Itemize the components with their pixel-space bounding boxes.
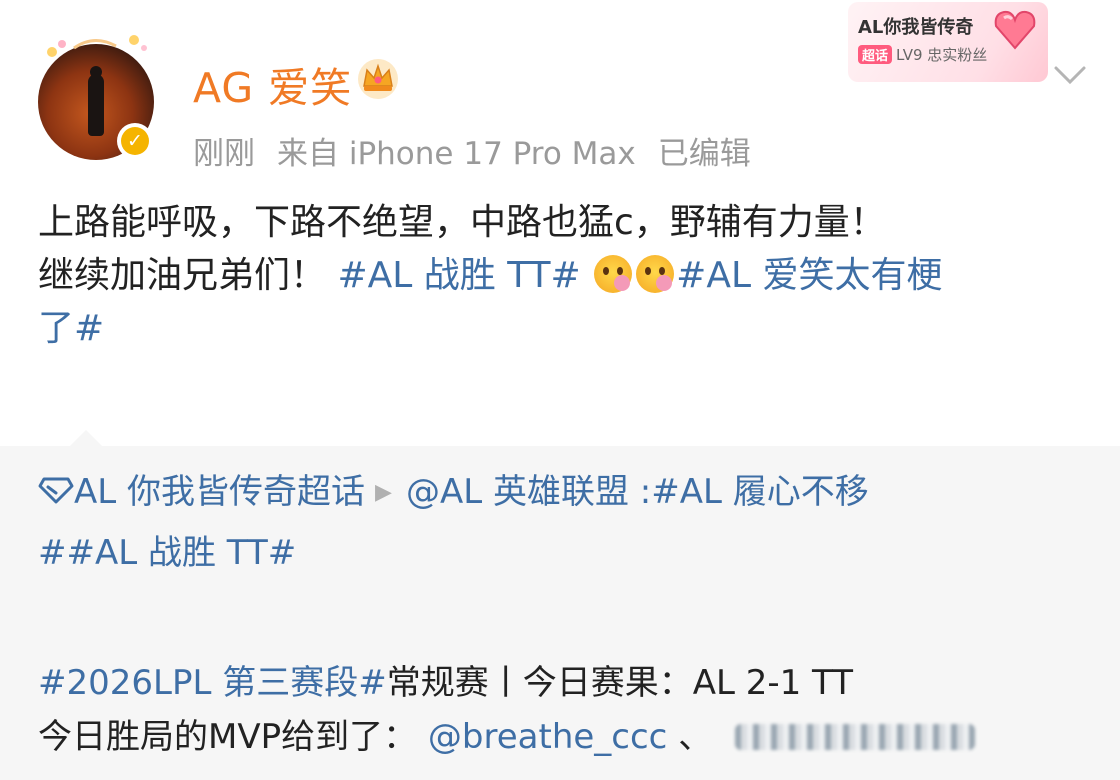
- repost-line1: AL 你我皆传奇超话 ▶ @AL 英雄联盟 :#AL 履心不移: [38, 462, 1098, 523]
- hashtag-al-funny-end[interactable]: 了#: [38, 302, 1098, 355]
- verified-badge-icon: ✓: [117, 123, 153, 159]
- chevron-down-icon[interactable]: [1050, 60, 1090, 90]
- repost-header: AL 你我皆传奇超话 ▶ @AL 英雄联盟 :#AL 履心不移 ##AL 战胜 TT…: [38, 462, 1098, 583]
- mention-al-lol[interactable]: @AL 英雄联盟: [406, 472, 629, 512]
- fan-badge-chip: 超话: [858, 45, 893, 64]
- blossom-smile-emoji-icon: [636, 255, 675, 293]
- mvp-line: 今日胜局的MVP给到了： @breathe_ccc 、: [38, 710, 1098, 764]
- weibo-post: ✓ AG 爱笑 刚刚 来自 iPhone 17 Pro Max 已编辑 AL你我皆传…: [0, 0, 1120, 430]
- hashtag-al-funny[interactable]: #AL 爱笑太有梗: [676, 255, 942, 296]
- username[interactable]: AG 爱笑: [193, 54, 352, 114]
- result-text: 常规赛丨今日赛果：AL 2-1 TT: [386, 663, 853, 703]
- hashtag-al-win-tt[interactable]: #AL 战胜 TT#: [337, 255, 580, 296]
- fan-badge-level-text: LV9 忠实粉丝: [896, 46, 988, 64]
- post-edited[interactable]: 已编辑: [658, 136, 751, 172]
- mvp-separator: 、: [678, 717, 713, 757]
- post-source: 来自 iPhone 17 Pro Max: [277, 136, 636, 172]
- fan-badge-level: 超话 LV9 忠实粉丝: [858, 44, 987, 65]
- result-line: #2026LPL 第三赛段#常规赛丨今日赛果：AL 2-1 TT: [38, 656, 1098, 710]
- mention-breathe[interactable]: @breathe_ccc: [428, 717, 667, 757]
- blurred-mention: [735, 724, 975, 750]
- heart-gem-icon: [994, 10, 1036, 50]
- fan-badge-title: AL你我皆传奇: [858, 17, 974, 38]
- hashtag-lpl-stage3[interactable]: #2026LPL 第三赛段#: [38, 663, 387, 703]
- repost-body: #2026LPL 第三赛段#常规赛丨今日赛果：AL 2-1 TT 今日胜局的MV…: [38, 656, 1098, 764]
- blossom-smile-emoji-icon: [594, 255, 633, 293]
- hashtag-al-heart[interactable]: :#AL 履心不移: [629, 472, 869, 512]
- repost-notch: [70, 430, 102, 446]
- arrow-right-icon: ▶: [375, 480, 392, 505]
- post-content: 上路能呼吸，下路不绝望，中路也猛c，野辅有力量！ 继续加油兄弟们！ #AL 战胜…: [38, 196, 1098, 355]
- post-content-line2: 继续加油兄弟们！ #AL 战胜 TT# #AL 爱笑太有梗: [38, 255, 943, 296]
- supertopic-diamond-icon: [38, 477, 74, 504]
- repost-line2[interactable]: ##AL 战胜 TT#: [38, 523, 1098, 583]
- post-content-line1: 上路能呼吸，下路不绝望，中路也猛c，野辅有力量！: [38, 202, 886, 243]
- post-meta: 刚刚 来自 iPhone 17 Pro Max 已编辑: [193, 128, 773, 173]
- mvp-text: 今日胜局的MVP给到了：: [38, 717, 418, 757]
- supertopic-link[interactable]: AL 你我皆传奇超话: [74, 472, 365, 512]
- crown-icon: [358, 59, 398, 99]
- avatar-figure-body: [88, 74, 104, 136]
- post-time: 刚刚: [193, 136, 255, 172]
